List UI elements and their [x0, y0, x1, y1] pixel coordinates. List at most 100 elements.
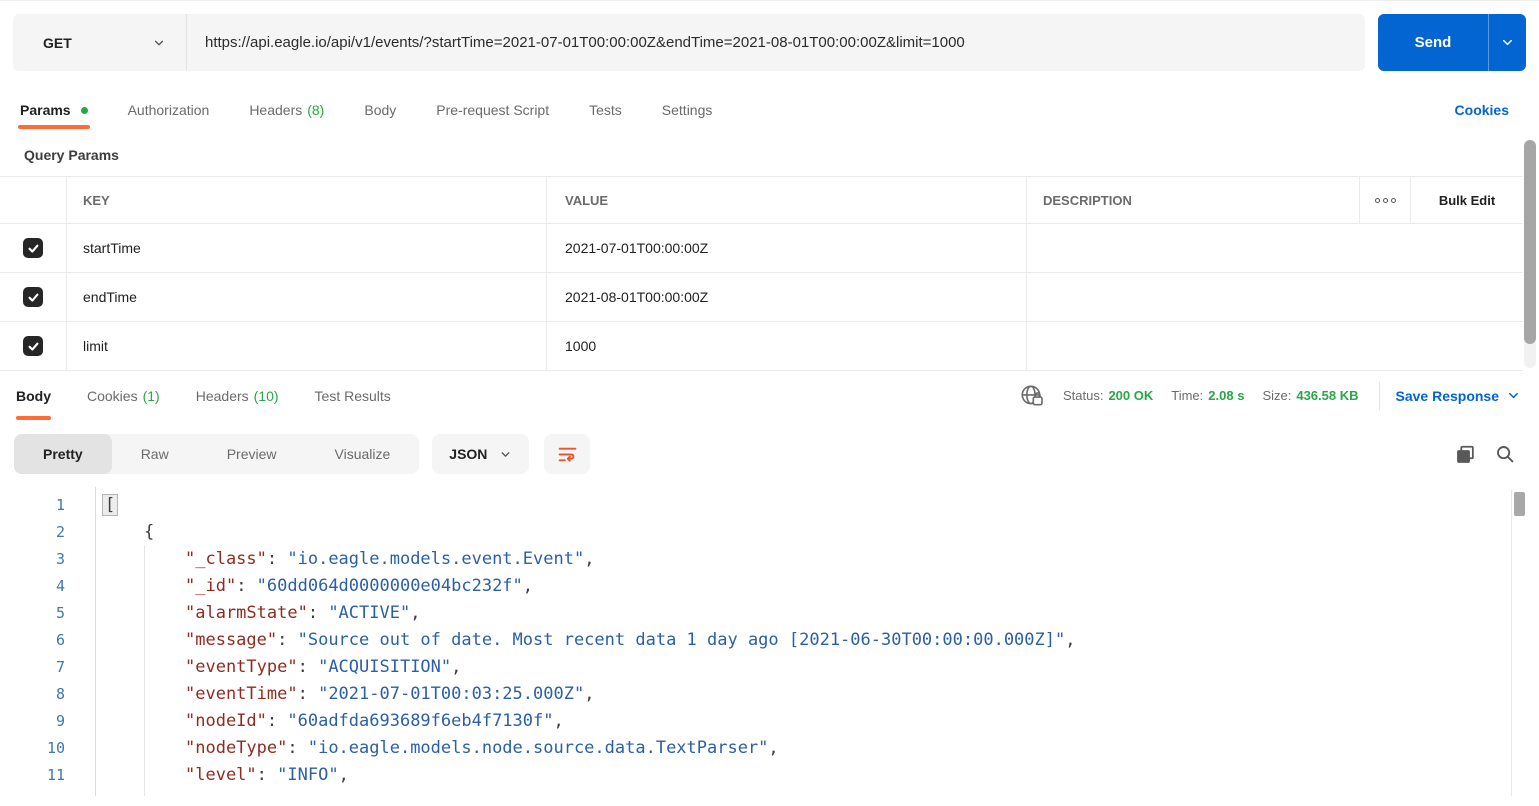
param-description[interactable]	[1027, 273, 1523, 321]
wrap-text-button[interactable]	[544, 434, 591, 474]
chevron-down-icon	[1503, 39, 1512, 46]
param-key[interactable]: startTime	[67, 224, 547, 272]
response-tools	[1455, 444, 1515, 465]
json-value: "60dd064d0000000e04bc232f"	[256, 576, 523, 596]
json-value: "60adfda693689f6eb4f7130f"	[287, 711, 554, 731]
param-value[interactable]: 1000	[547, 322, 1027, 370]
line-number: 4	[55, 577, 65, 595]
more-options-icon	[1390, 197, 1396, 203]
checkbox-column-header	[0, 177, 67, 223]
divider	[1378, 381, 1380, 410]
check-icon	[28, 293, 38, 302]
bulk-edit-button[interactable]: Bulk Edit	[1411, 177, 1523, 223]
param-key[interactable]: limit	[67, 322, 547, 370]
gutter-divider	[95, 487, 96, 796]
format-label: JSON	[449, 446, 488, 462]
view-mode-raw[interactable]: Raw	[112, 434, 198, 474]
json-value: "io.eagle.models.event.Event"	[287, 549, 585, 569]
url-field	[187, 14, 1365, 71]
response-body-editor[interactable]: 1[ 2{ 3 "_class": "io.eagle.models.event.…	[0, 487, 1539, 796]
response-tab-test-results[interactable]: Test Results	[315, 371, 391, 420]
url-box: GET	[13, 14, 1365, 71]
url-row: GET Send	[0, 1, 1539, 71]
response-tab-headers[interactable]: Headers (10)	[196, 371, 279, 420]
more-options-icon	[1382, 197, 1388, 203]
copy-button[interactable]	[1455, 444, 1476, 465]
json-value: "ACTIVE"	[328, 603, 411, 623]
status-value: 200 OK	[1108, 388, 1154, 403]
view-mode-group: Pretty Raw Preview Visualize	[14, 434, 420, 474]
json-key: "eventType"	[185, 657, 298, 677]
json-key: "eventTime"	[185, 684, 298, 704]
chevron-down-icon	[1509, 392, 1518, 399]
line-number: 3	[55, 550, 65, 568]
json-key: "nodeId"	[185, 711, 267, 731]
query-params-title: Query Params	[24, 147, 119, 163]
tab-label: Pre-request Script	[436, 102, 550, 118]
tab-label: Settings	[661, 102, 713, 118]
tab-label: Body	[16, 387, 51, 404]
view-mode-visualize[interactable]: Visualize	[306, 434, 420, 474]
send-options-button[interactable]	[1488, 14, 1526, 71]
more-options-button[interactable]	[1360, 177, 1411, 223]
size-label: Size:	[1262, 388, 1292, 403]
code-line: 11 "level": "INFO",	[0, 762, 1539, 789]
scrollbar-thumb[interactable]	[1514, 492, 1525, 516]
time-value: 2.08 s	[1208, 388, 1245, 403]
row-checkbox[interactable]	[23, 336, 43, 356]
response-tab-cookies[interactable]: Cookies (1)	[87, 371, 160, 420]
param-description[interactable]	[1027, 322, 1523, 370]
size-value: 436.58 KB	[1296, 388, 1359, 403]
param-description[interactable]	[1027, 224, 1523, 272]
line-number: 7	[55, 658, 65, 676]
params-scrollbar[interactable]	[1524, 140, 1536, 368]
row-checkbox[interactable]	[23, 287, 43, 307]
json-brace: {	[144, 522, 155, 542]
json-key: "_id"	[185, 576, 237, 596]
tab-headers[interactable]: Headers (8)	[249, 91, 324, 129]
tab-pre-request-script[interactable]: Pre-request Script	[436, 91, 549, 129]
time-label: Time:	[1171, 388, 1204, 403]
params-table: KEY VALUE DESCRIPTION Bulk Edit startTim…	[0, 176, 1523, 371]
send-button-group: Send	[1378, 14, 1526, 71]
tab-authorization[interactable]: Authorization	[128, 91, 210, 129]
view-mode-pretty[interactable]: Pretty	[14, 434, 112, 474]
scrollbar-thumb[interactable]	[1524, 140, 1536, 344]
line-number: 1	[55, 496, 65, 514]
view-mode-preview[interactable]: Preview	[198, 434, 306, 474]
param-value[interactable]: 2021-07-01T00:00:00Z	[547, 224, 1027, 272]
param-value[interactable]: 2021-08-01T00:00:00Z	[547, 273, 1027, 321]
response-bar: Body Cookies (1) Headers (10) Test Resul…	[0, 371, 1539, 420]
search-button[interactable]	[1495, 444, 1515, 464]
format-dropdown[interactable]: JSON	[432, 434, 530, 474]
save-response-button[interactable]: Save Response	[1396, 388, 1522, 404]
url-input[interactable]	[205, 34, 1347, 51]
json-key: "alarmState"	[185, 603, 308, 623]
json-key: "message"	[185, 630, 278, 650]
json-value: "ACQUISITION"	[318, 657, 452, 677]
wrap-text-icon	[558, 447, 577, 462]
indent-guide	[144, 546, 145, 796]
json-key: "nodeType"	[185, 738, 288, 758]
cookies-link[interactable]: Cookies	[1455, 102, 1509, 118]
line-number: 8	[55, 685, 65, 703]
response-tab-body[interactable]: Body	[16, 371, 51, 420]
param-key[interactable]: endTime	[67, 273, 547, 321]
search-icon	[1497, 446, 1514, 463]
tab-tests[interactable]: Tests	[589, 91, 622, 129]
code-line: 9 "nodeId": "60adfda693689f6eb4f7130f",	[0, 708, 1539, 735]
send-button[interactable]: Send	[1378, 14, 1488, 71]
method-dropdown[interactable]: GET	[13, 14, 187, 71]
tab-body[interactable]: Body	[364, 91, 396, 129]
code-line: 4 "_id": "60dd064d0000000e04bc232f",	[0, 573, 1539, 600]
tab-count: (8)	[307, 102, 325, 118]
row-checkbox[interactable]	[23, 238, 43, 258]
response-body-scrollbar[interactable]	[1511, 490, 1525, 796]
code-line: 5 "alarmState": "ACTIVE",	[0, 600, 1539, 627]
line-number: 5	[55, 604, 65, 622]
tab-settings[interactable]: Settings	[662, 91, 713, 129]
tab-label: Cookies	[87, 387, 138, 404]
tab-params[interactable]: Params	[18, 91, 90, 129]
tab-label: Body	[364, 102, 397, 118]
send-label: Send	[1414, 34, 1452, 51]
